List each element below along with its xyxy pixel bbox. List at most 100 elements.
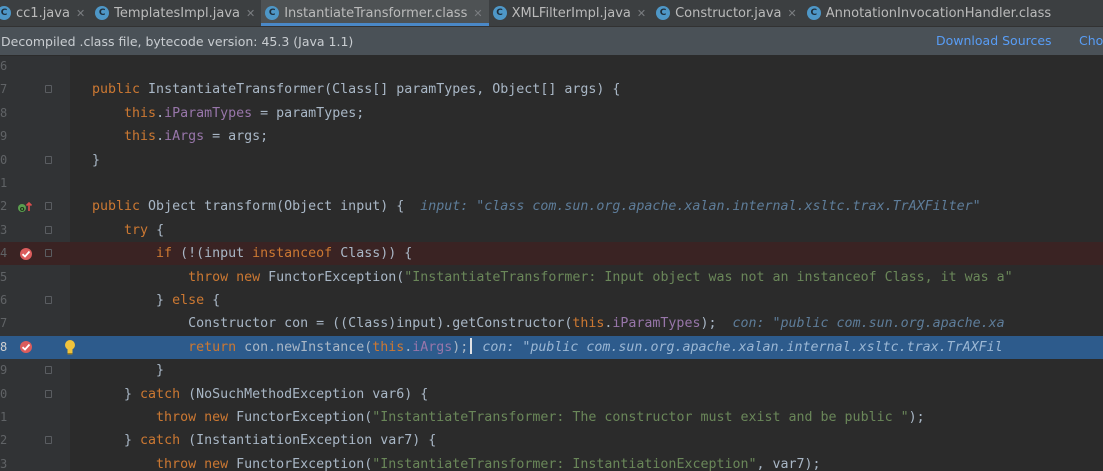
code-text: Constructor con = ((Class)input).getCons… (188, 316, 1005, 332)
code-line[interactable]: 0} (0, 149, 1103, 172)
line-number: 0 (0, 152, 8, 167)
breakpoint-icon[interactable] (16, 242, 36, 265)
code-text: } else { (92, 289, 220, 312)
code-fragment: FunctorException( (260, 269, 405, 285)
inline-debug-value-hint: input: "class com.sun.org.apache.xalan.i… (420, 199, 981, 215)
line-number: 5 (0, 269, 8, 284)
tab-templatesimpl-java[interactable]: C TemplatesImpl.java ✕ (91, 0, 261, 26)
code-line[interactable]: 8 this.iParamTypes = paramTypes; (0, 102, 1103, 125)
close-icon[interactable]: ✕ (637, 7, 646, 20)
code-line[interactable]: 1 throw new FunctorException("Instantiat… (0, 406, 1103, 429)
code-text: throw new FunctorException("InstantiateT… (92, 406, 925, 429)
fold-marker-icon[interactable] (45, 389, 52, 398)
code-line[interactable]: 2 o public Object transform(Object input) … (0, 195, 1103, 218)
fold-marker-icon[interactable] (45, 225, 52, 234)
code-fragment: con.newInstance( (236, 339, 373, 355)
code-line[interactable]: 9 this.iArgs = args; (0, 125, 1103, 148)
close-icon[interactable]: ✕ (788, 7, 797, 20)
line-number: 3 (0, 222, 8, 237)
tab-label: TemplatesImpl.java (114, 5, 240, 21)
code-line[interactable]: 7 public InstantiateTransformer(Class[] p… (0, 78, 1103, 101)
string-literal: "InstantiateTransformer: Input object wa… (404, 269, 1013, 285)
lightbulb-icon[interactable] (64, 339, 76, 355)
keyword: this (124, 129, 157, 145)
code-line[interactable]: 9 } (0, 359, 1103, 382)
keyword: if (156, 246, 173, 262)
keyword: throw (156, 410, 197, 425)
code-fragment: , var7); (756, 456, 821, 471)
java-class-icon: C (492, 6, 507, 20)
current-execution-line[interactable]: 8 return con.newInstance(this.iArgs); co… (0, 335, 1103, 359)
choose-sources-link[interactable]: Cho (1079, 33, 1103, 48)
code-line[interactable]: 6 } else { (0, 289, 1103, 312)
decompiled-notice-banner: Decompiled .class file, bytecode version… (0, 27, 1103, 55)
code-text: if (!(input instanceof Class)) { (92, 242, 412, 265)
java-class-icon: C (656, 6, 671, 20)
code-line[interactable]: 5 throw new FunctorException("Instantiat… (0, 266, 1103, 289)
code-line[interactable]: 1 (0, 172, 1103, 195)
code-text: throw new FunctorException("InstantiateT… (92, 266, 1013, 289)
override-method-icon[interactable]: o (16, 195, 36, 218)
code-text: public InstantiateTransformer(Class[] pa… (92, 78, 620, 101)
tab-xmlfilterimpl-java[interactable]: C XMLFilterImpl.java ✕ (489, 0, 653, 26)
keyword: catch (140, 386, 181, 402)
fold-marker-icon[interactable] (45, 249, 52, 258)
code-line[interactable]: 3 try { (0, 219, 1103, 242)
line-number: 8 (0, 105, 8, 120)
fold-marker-icon[interactable] (45, 202, 52, 211)
code-line[interactable]: 7 Constructor con = ((Class)input).getCo… (0, 312, 1103, 335)
fold-marker-icon[interactable] (45, 296, 52, 304)
keyword: new (204, 456, 229, 471)
code-fragment: FunctorException( (228, 456, 373, 471)
inline-debug-value-hint: con: "public com.sun.org.apache.xalan.in… (482, 339, 1003, 355)
fold-marker-icon[interactable] (45, 85, 52, 94)
line-number: 7 (0, 82, 8, 97)
fold-marker-icon[interactable] (45, 366, 52, 375)
close-icon[interactable]: ✕ (76, 7, 85, 20)
code-editor[interactable]: 6 7 public InstantiateTransformer(Class[] … (0, 56, 1103, 471)
keyword: try (124, 222, 149, 238)
keyword: new (236, 269, 261, 285)
code-line[interactable]: 6 (0, 56, 1103, 78)
banner-text: Decompiled .class file, bytecode version… (1, 33, 354, 49)
editor-tab-bar: C cc1.java ✕ C TemplatesImpl.java ✕ C In… (0, 0, 1103, 27)
code-fragment: (NoSuchMethodException var6) { (180, 386, 429, 402)
fold-marker-icon[interactable] (45, 436, 52, 445)
code-fragment: Object transform(Object input) { (140, 199, 405, 215)
keyword: throw (156, 456, 197, 471)
tab-constructor-java[interactable]: C Constructor.java ✕ (652, 0, 803, 26)
line-number: 6 (0, 293, 8, 307)
tab-cc1-java[interactable]: C cc1.java ✕ (0, 0, 91, 26)
code-line[interactable]: 2 } catch (InstantiationException var7) … (0, 429, 1103, 452)
code-line[interactable]: 4 if (!(input instanceof Class)) { (0, 242, 1103, 266)
code-line[interactable]: 0 } catch (NoSuchMethodException var6) { (0, 383, 1103, 406)
keyword: new (204, 410, 229, 425)
code-text: try { (92, 219, 164, 242)
code-fragment: } (156, 293, 173, 308)
tab-label: InstantiateTransformer.class (284, 5, 468, 21)
field-reference: iParamTypes (164, 105, 253, 121)
text-caret (470, 337, 473, 354)
svg-text:o: o (20, 205, 25, 213)
line-number: 2 (0, 433, 8, 448)
breakpoint-icon[interactable] (16, 336, 36, 359)
keyword: this (372, 339, 405, 355)
tab-instantiatetransformer-class[interactable]: C InstantiateTransformer.class ✕ (261, 0, 489, 26)
close-icon[interactable]: ✕ (246, 7, 255, 20)
code-fragment: FunctorException( (228, 410, 373, 425)
close-icon[interactable]: ✕ (473, 7, 482, 20)
tab-label: cc1.java (16, 5, 70, 21)
keyword: instanceof (252, 246, 333, 262)
class-file-icon: C (265, 6, 280, 20)
fold-marker-icon[interactable] (45, 155, 52, 164)
download-sources-link[interactable]: Download Sources (936, 33, 1052, 48)
tab-annotationinvocationhandler-class[interactable]: C AnnotationInvocationHandler.class (803, 0, 1057, 26)
line-number: 8 (0, 339, 8, 354)
code-text: return con.newInstance(this.iArgs); con:… (188, 337, 1003, 355)
code-fragment: InstantiateTransformer(Class[] paramType… (140, 82, 621, 98)
code-fragment: (!(input (172, 246, 253, 262)
line-number: 2 (0, 199, 8, 214)
code-fragment: = paramTypes; (252, 105, 365, 121)
keyword: this (572, 316, 605, 332)
code-line[interactable]: 3 throw new FunctorException("Instantiat… (0, 453, 1103, 471)
